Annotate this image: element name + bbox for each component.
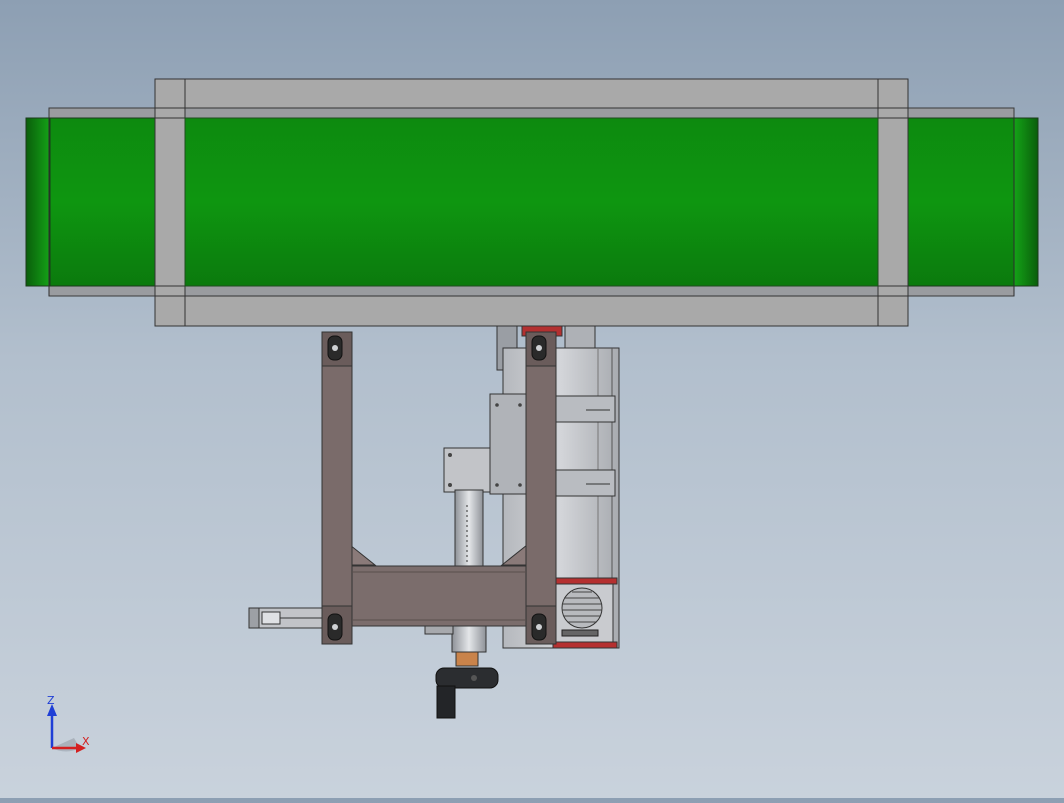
belt-end-right — [1013, 117, 1039, 287]
linear-actuator[interactable] — [248, 607, 323, 629]
axis-triad: Z X — [40, 694, 100, 758]
cad-viewport[interactable]: Z X — [0, 0, 1064, 798]
z-axis-label: Z — [47, 694, 55, 707]
cad-drawing — [25, 78, 1039, 719]
x-axis-label: X — [82, 735, 90, 748]
conveyor-assembly[interactable] — [25, 78, 1039, 327]
foot-pad[interactable] — [435, 667, 499, 719]
crossbar — [351, 565, 527, 627]
cooling-fan — [554, 583, 614, 643]
triad-graphic — [47, 704, 86, 753]
belt-end-left — [25, 117, 51, 287]
